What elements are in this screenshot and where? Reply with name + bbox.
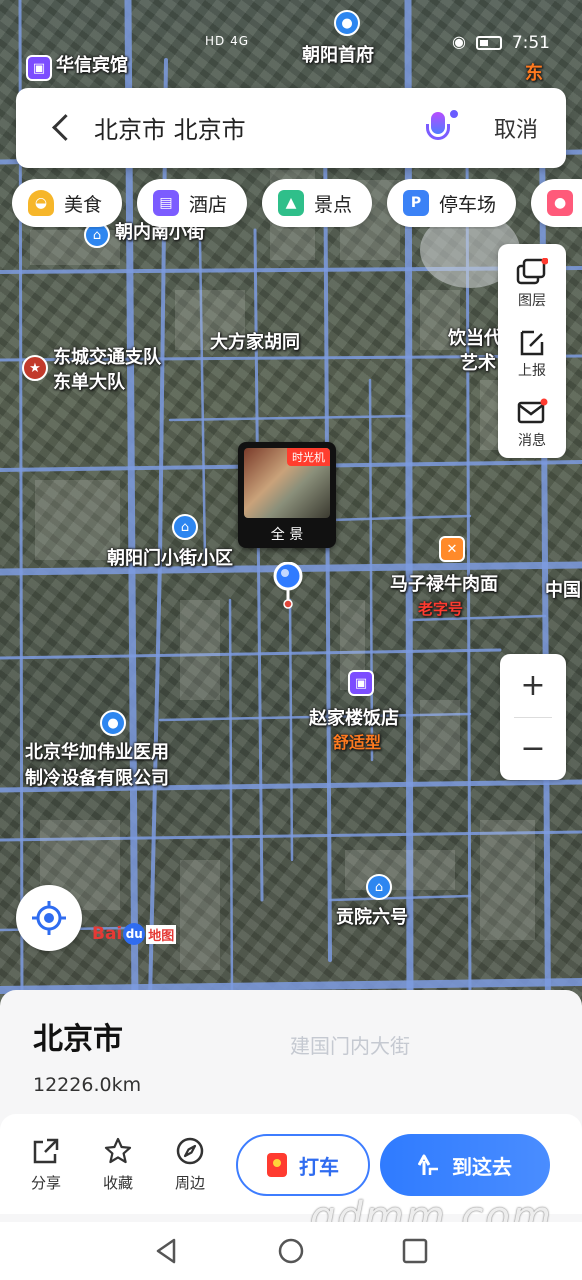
poi-label[interactable]: 艺术 xyxy=(460,353,496,375)
taxi-icon xyxy=(267,1153,287,1177)
poi-label[interactable]: 饮当代 xyxy=(448,328,502,350)
logo-text: 地图 xyxy=(146,924,177,944)
police-poi-icon[interactable]: ★ xyxy=(22,355,48,381)
chip-parking[interactable]: P 停车场 xyxy=(387,179,517,227)
poi-pin-icon[interactable]: ● xyxy=(100,710,126,736)
poi-label: 东 xyxy=(525,63,543,84)
poi-label: 中国 xyxy=(545,580,581,601)
zoom-in-button[interactable]: + xyxy=(500,654,566,717)
time-machine-tag: 时光机 xyxy=(287,448,330,466)
back-button[interactable] xyxy=(46,110,82,146)
zoom-out-button[interactable]: − xyxy=(500,717,566,780)
chip-hotel[interactable]: ▤ 酒店 xyxy=(137,179,248,227)
hotel-poi-icon[interactable]: ▣ xyxy=(26,55,52,81)
battery-icon xyxy=(476,36,502,50)
system-nav-bar xyxy=(0,1222,582,1280)
residential-poi-icon[interactable]: ⌂ xyxy=(172,514,198,540)
voice-search-button[interactable] xyxy=(422,108,460,148)
star-icon xyxy=(104,1137,132,1164)
hotel-poi-icon[interactable]: ▣ xyxy=(348,670,374,696)
nearby-button[interactable]: 周边 xyxy=(162,1136,218,1193)
search-query[interactable]: 北京市 北京市 xyxy=(94,110,246,145)
layers-button[interactable]: 图层 xyxy=(498,248,566,318)
more-category-icon: ● xyxy=(547,190,574,216)
tool-label: 图层 xyxy=(518,293,546,309)
taxi-button[interactable]: 打车 xyxy=(236,1134,370,1196)
food-icon: ◒ xyxy=(28,190,54,216)
chip-food[interactable]: ◒ 美食 xyxy=(12,179,123,227)
back-nav-icon[interactable] xyxy=(152,1236,182,1266)
poi-label[interactable]: 东城交通支队 xyxy=(53,347,161,369)
favorite-button[interactable]: 收藏 xyxy=(90,1136,146,1193)
poi-label[interactable]: 华信宾馆 xyxy=(56,55,128,77)
go-here-button[interactable]: 到这去 xyxy=(380,1134,550,1196)
poi-label[interactable]: 东单大队 xyxy=(53,372,125,394)
tool-label: 上报 xyxy=(518,363,546,379)
share-button[interactable]: 分享 xyxy=(18,1136,74,1193)
status-bar: HD 4G ◉ 7:51 xyxy=(0,28,582,58)
road-label: 大方家胡同 xyxy=(210,332,300,353)
scenic-icon: ▲ xyxy=(278,190,305,216)
panorama-label: 全 景 xyxy=(270,527,304,543)
cancel-button[interactable]: 取消 xyxy=(494,112,538,144)
chip-label: 停车场 xyxy=(439,193,497,216)
recents-nav-icon[interactable] xyxy=(400,1236,430,1266)
poi-label[interactable]: 朝阳门小街小区 xyxy=(107,548,233,570)
chip-label: 酒店 xyxy=(189,193,228,216)
chip-more[interactable]: ● xyxy=(531,179,582,227)
taxi-label: 打车 xyxy=(299,1154,339,1179)
zoom-controls: + − xyxy=(500,654,566,780)
place-distance: 12226.0km xyxy=(33,1074,142,1096)
poi-label[interactable]: 马子禄牛肉面 xyxy=(390,574,498,596)
chip-label: 美食 xyxy=(64,193,103,216)
location-pin-icon xyxy=(273,562,303,609)
category-chips: ◒ 美食 ▤ 酒店 ▲ 景点 P 停车场 ● xyxy=(12,179,582,229)
search-bar[interactable]: 北京市 北京市 取消 xyxy=(16,88,566,168)
hotel-icon: ▤ xyxy=(153,190,180,216)
poi-label[interactable]: 北京华加伟业医用 xyxy=(25,742,169,764)
home-nav-icon[interactable] xyxy=(276,1236,306,1266)
signal-indicator: HD 4G xyxy=(205,34,250,48)
mail-icon xyxy=(517,398,548,424)
crosshair-icon xyxy=(32,901,66,935)
poi-label[interactable]: 制冷设备有限公司 xyxy=(25,768,169,790)
poi-label[interactable]: 贡院六号 xyxy=(336,907,408,929)
map-tools-panel: 图层 上报 消息 xyxy=(498,244,566,458)
residential-poi-icon[interactable]: ⌂ xyxy=(366,874,392,900)
poi-label[interactable]: 赵家楼饭店 xyxy=(309,708,399,730)
layers-icon xyxy=(516,258,548,285)
status-time: 7:51 xyxy=(511,33,550,53)
navigate-arrow-icon xyxy=(418,1154,438,1175)
tool-label: 消息 xyxy=(518,433,546,449)
messages-button[interactable]: 消息 xyxy=(498,388,566,458)
poi-badge: 老字号 xyxy=(418,600,464,618)
compass-icon xyxy=(176,1137,204,1165)
eye-comfort-icon: ◉ xyxy=(452,32,466,51)
edit-icon xyxy=(520,330,544,356)
place-name: 北京市 xyxy=(33,1022,123,1057)
go-here-label: 到这去 xyxy=(452,1154,512,1179)
locate-me-button[interactable] xyxy=(16,885,82,951)
poi-badge: 舒适型 xyxy=(333,733,382,752)
nearby-label: 周边 xyxy=(174,1174,205,1192)
panorama-thumbnail[interactable]: 时光机 全 景 xyxy=(238,442,336,548)
chip-scenic[interactable]: ▲ 景点 xyxy=(262,179,373,227)
baidu-map-logo: Bai du 地图 xyxy=(92,920,177,948)
logo-text: Bai xyxy=(92,924,123,944)
notification-dot xyxy=(448,108,460,120)
chip-label: 景点 xyxy=(314,193,353,216)
favorite-label: 收藏 xyxy=(102,1174,133,1192)
share-icon xyxy=(33,1138,59,1164)
share-label: 分享 xyxy=(30,1174,61,1192)
paw-icon: du xyxy=(123,923,146,945)
restaurant-poi-icon[interactable]: ✕ xyxy=(439,536,465,562)
mic-body xyxy=(431,112,445,134)
report-button[interactable]: 上报 xyxy=(498,318,566,388)
road-label: 建国门内大街 xyxy=(290,1034,410,1058)
parking-icon: P xyxy=(403,190,430,216)
